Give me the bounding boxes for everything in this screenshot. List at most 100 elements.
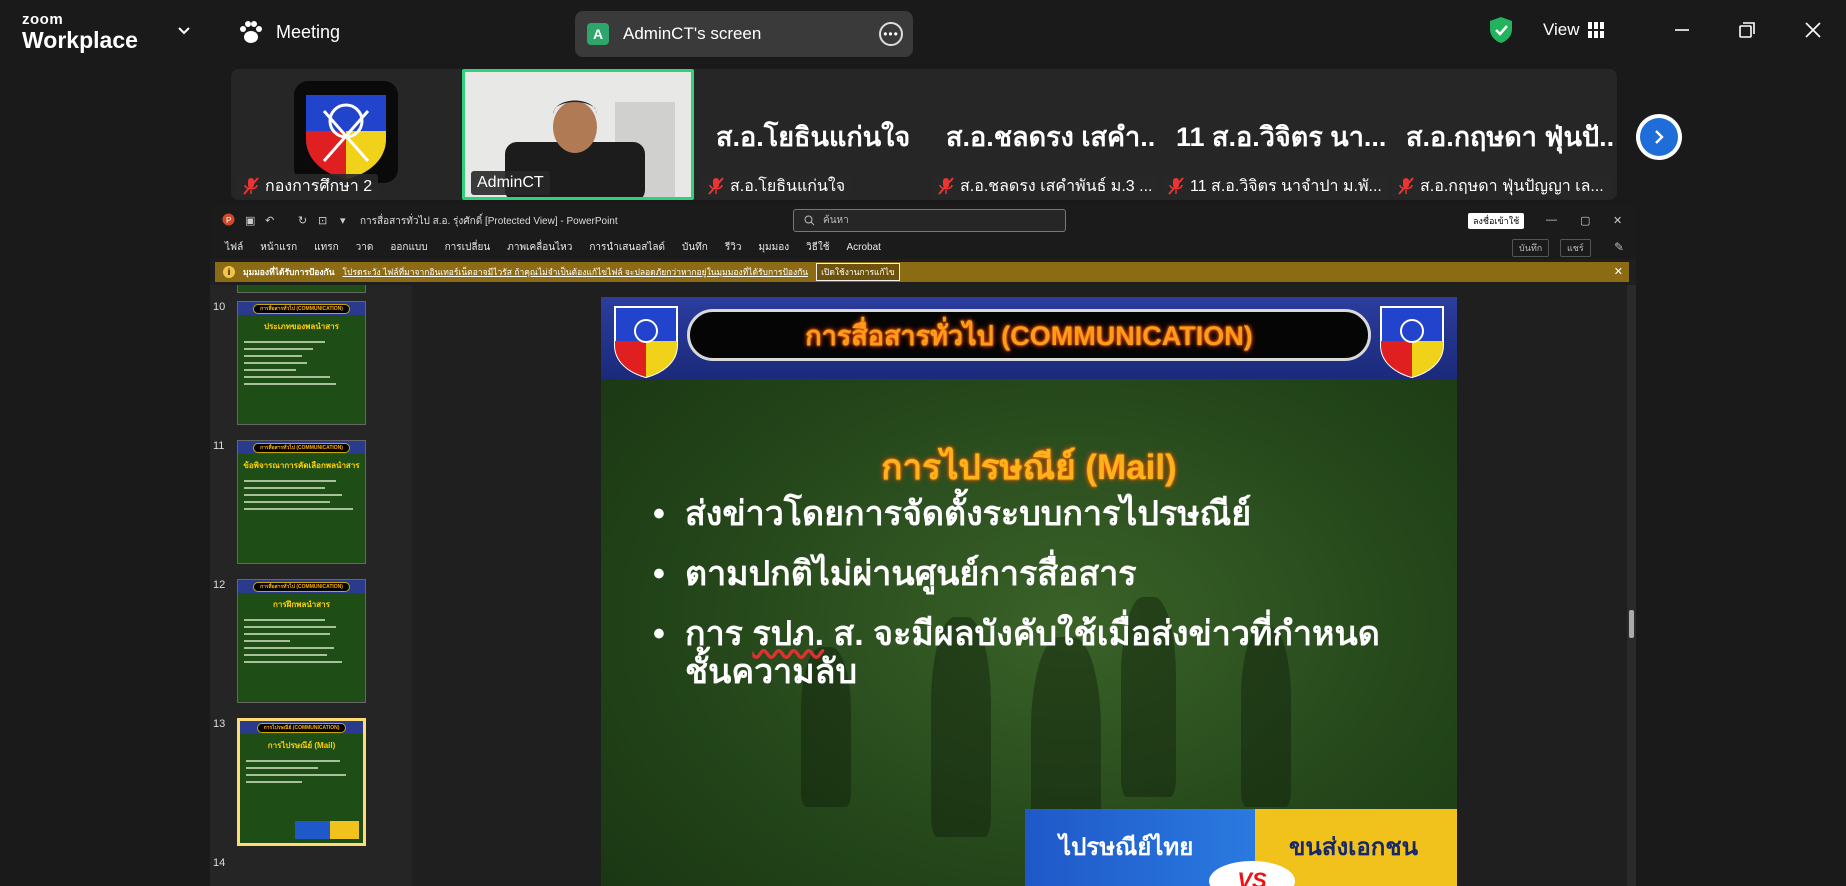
enable-editing-button[interactable]: เปิดใช้งานการแก้ไข — [816, 263, 900, 281]
restore-button[interactable] — [1729, 14, 1765, 46]
record-button[interactable]: บันทึก — [1512, 239, 1550, 257]
thumb-image — [295, 821, 359, 839]
gallery-next-button[interactable] — [1636, 114, 1682, 160]
powerpoint-window: P ▣ ↶ ↻ ⊡ ▾ การสื่อสารทั่วไป ส.อ. รุ่งศั… — [210, 205, 1636, 886]
participant-tile[interactable]: ส.อ.ชลดรง เสคำ... ส.อ.ชลดรง เสคำพันธ์ ม.… — [926, 69, 1159, 200]
mic-muted-icon — [1398, 177, 1414, 195]
slide-thumbnail[interactable]: การสื่อสารทั่วไป (COMMUNICATION) การฝึกพ… — [237, 579, 366, 703]
unit-emblem-right — [1380, 306, 1444, 379]
slide-number: 10 — [213, 301, 226, 313]
participant-display-name: ส.อ.ชลดรง เสคำ... — [946, 122, 1156, 152]
slide-header-band: การสื่อสารทั่วไป (COMMUNICATION) — [601, 297, 1457, 379]
document-title: การสื่อสารทั่วไป ส.อ. รุ่งศักดิ์ [Protec… — [360, 216, 618, 227]
participant-name-tag: ส.อ.กฤษดา ฟุ่นปัญญา เล... — [1392, 174, 1610, 198]
participant-name: ส.อ.กฤษดา ฟุ่นปัญญา เล... — [1420, 177, 1604, 195]
ribbon-tab[interactable]: บันทึก — [682, 240, 708, 255]
unit-emblem-avatar — [294, 81, 398, 183]
ad-left-label: ไปรษณีย์ไทย — [1059, 834, 1194, 861]
undo-icon[interactable]: ↶ — [265, 214, 274, 227]
slide-scrollbar[interactable] — [1627, 285, 1636, 886]
meeting-label: Meeting — [276, 21, 341, 42]
slide-image-comparison: ไปรษณีย์ไทย ขนส่งเอกชน VS — [1025, 809, 1457, 886]
ribbon-tab[interactable]: วาด — [356, 240, 374, 255]
ribbon-tab[interactable]: การนำเสนอสไลด์ — [589, 240, 665, 255]
restore-icon — [1739, 22, 1755, 38]
slide-thumbnail[interactable] — [237, 285, 366, 293]
slide-thumbnail[interactable]: การสื่อสารทั่วไป (COMMUNICATION) ประเภทข… — [237, 301, 366, 425]
ribbon-tab[interactable]: รีวิว — [725, 240, 742, 255]
thumb-title: การไปรษณีย์ (Mail) — [267, 741, 336, 750]
ribbon-tab[interactable]: ไฟล์ — [225, 240, 243, 255]
redo-icon[interactable]: ↻ — [298, 214, 307, 227]
slide-bullets: ส่งข่าวโดยการจัดตั้งระบบการไปรษณีย์ ตามป… — [653, 495, 1423, 713]
ribbon-tab[interactable]: Acrobat — [847, 242, 881, 253]
bullet-item: การ รปภ. ส. จะมีผลบังคับใช้เมื่อส่งข่าวท… — [653, 615, 1423, 691]
more-options-icon[interactable]: ••• — [879, 22, 903, 46]
security-shield-icon[interactable] — [1488, 16, 1514, 44]
ribbon-tab[interactable]: การเปลี่ยน — [445, 240, 491, 255]
meeting-menu[interactable]: Meeting — [238, 20, 340, 44]
participant-tile[interactable]: ส.อ.กฤษดา ฟุ่นปั... ส.อ.กฤษดา ฟุ่นปัญญา … — [1386, 69, 1616, 200]
slide-thumbnail[interactable]: การสื่อสารทั่วไป (COMMUNICATION) ข้อพิจา… — [237, 440, 366, 564]
ppt-ribbon-tabs: ไฟล์ หน้าแรก แทรก วาด ออกแบบ การเปลี่ยน … — [210, 235, 1636, 259]
slide-number: 13 — [213, 718, 226, 730]
mic-muted-icon — [1168, 177, 1184, 195]
ribbon-tab[interactable]: ออกแบบ — [390, 240, 427, 255]
zoom-logo: zoom Workplace — [22, 12, 138, 52]
chevron-right-icon — [1655, 130, 1664, 144]
view-label: View — [1543, 20, 1580, 39]
save-icon[interactable]: ▣ — [245, 214, 255, 227]
bullet-item: ตามปกติไม่ผ่านศูนย์การสื่อสาร — [653, 555, 1423, 593]
ppt-search-box[interactable]: ค้นหา — [793, 209, 1066, 232]
ppt-minimize-icon[interactable]: — — [1546, 214, 1557, 226]
view-button[interactable]: View — [1543, 20, 1604, 40]
ribbon-tab[interactable]: แทรก — [314, 240, 338, 255]
ribbon-tab[interactable]: หน้าแรก — [260, 240, 297, 255]
pen-icon[interactable]: ✎ — [1614, 240, 1624, 254]
share-button[interactable]: แชร์ — [1560, 239, 1591, 257]
powerpoint-icon: P — [222, 213, 235, 226]
present-icon[interactable]: ⊡ — [318, 214, 327, 227]
paw-icon — [240, 21, 262, 43]
participant-gallery: กองการศึกษา 2 AdminCT ส.อ.โยธินแก่นใจ ส.… — [231, 69, 1617, 200]
participant-name-tag: กองการศึกษา 2 — [237, 174, 379, 198]
sharer-badge: A — [587, 23, 609, 45]
slide-thumbnail-selected[interactable]: การไปรษณีย์ (COMMUNICATION) การไปรษณีย์ … — [237, 718, 366, 846]
chevron-down-icon[interactable] — [176, 22, 192, 38]
current-slide: การสื่อสารทั่วไป (COMMUNICATION) การไปรษ… — [601, 297, 1457, 886]
logo-line2: Workplace — [22, 27, 138, 53]
svg-text:P: P — [226, 216, 231, 225]
ad-right-label: ขนส่งเอกชน — [1289, 834, 1419, 861]
ribbon-tab[interactable]: วิธีใช้ — [806, 240, 829, 255]
ribbon-tab[interactable]: ภาพเคลื่อนไหว — [507, 240, 572, 255]
ppt-restore-icon[interactable]: ▢ — [1580, 214, 1590, 227]
ppt-title-bar: P ▣ ↶ ↻ ⊡ ▾ การสื่อสารทั่วไป ส.อ. รุ่งศั… — [210, 205, 1636, 235]
participant-tile[interactable]: 11 ส.อ.วิจิตร นา... 11 ส.อ.วิจิตร นาจำปา… — [1156, 69, 1388, 200]
participant-tile[interactable]: ส.อ.โยธินแก่นใจ ส.อ.โยธินแก่นใจ — [696, 69, 924, 200]
ppt-close-icon[interactable]: ✕ — [1613, 214, 1622, 227]
thumb-header: การสื่อสารทั่วไป (COMMUNICATION) — [253, 442, 350, 453]
protected-view-message: โปรดระวัง ไฟล์ที่มาจากอินเทอร์เน็ตอาจมีไ… — [342, 267, 809, 277]
sign-in-button[interactable]: ลงชื่อเข้าใช้ — [1468, 213, 1525, 229]
screen-share-indicator[interactable]: A AdminCT's screen ••• — [575, 11, 913, 57]
participant-name: กองการศึกษา 2 — [265, 177, 373, 195]
close-icon[interactable]: ✕ — [1614, 265, 1623, 278]
participant-name: ส.อ.ชลดรง เสคำพันธ์ ม.3 ... — [960, 177, 1153, 195]
participant-tile-active-speaker[interactable]: AdminCT — [462, 69, 694, 200]
minimize-icon — [1675, 29, 1689, 31]
participant-name-tag: 11 ส.อ.วิจิตร นาจำปา ม.พั... — [1162, 174, 1388, 198]
bullet-item: ส่งข่าวโดยการจัดตั้งระบบการไปรษณีย์ — [653, 495, 1423, 533]
slide-number: 11 — [213, 440, 225, 452]
slide-subtitle: การไปรษณีย์ (Mail) — [881, 448, 1177, 487]
customize-qat-icon[interactable]: ▾ — [340, 214, 346, 227]
unit-emblem-left — [614, 306, 678, 379]
sharer-title: AdminCT's screen — [623, 24, 762, 43]
participant-tile[interactable]: กองการศึกษา 2 — [231, 69, 459, 200]
participant-display-name: ส.อ.โยธินแก่นใจ — [716, 122, 911, 152]
ribbon-tab[interactable]: มุมมอง — [758, 240, 789, 255]
close-button[interactable] — [1795, 14, 1831, 46]
participant-name-tag: AdminCT — [471, 171, 550, 195]
minimize-button[interactable] — [1664, 14, 1700, 46]
logo-line1: zoom — [22, 11, 64, 28]
participant-display-name: ส.อ.กฤษดา ฟุ่นปั... — [1406, 122, 1616, 152]
